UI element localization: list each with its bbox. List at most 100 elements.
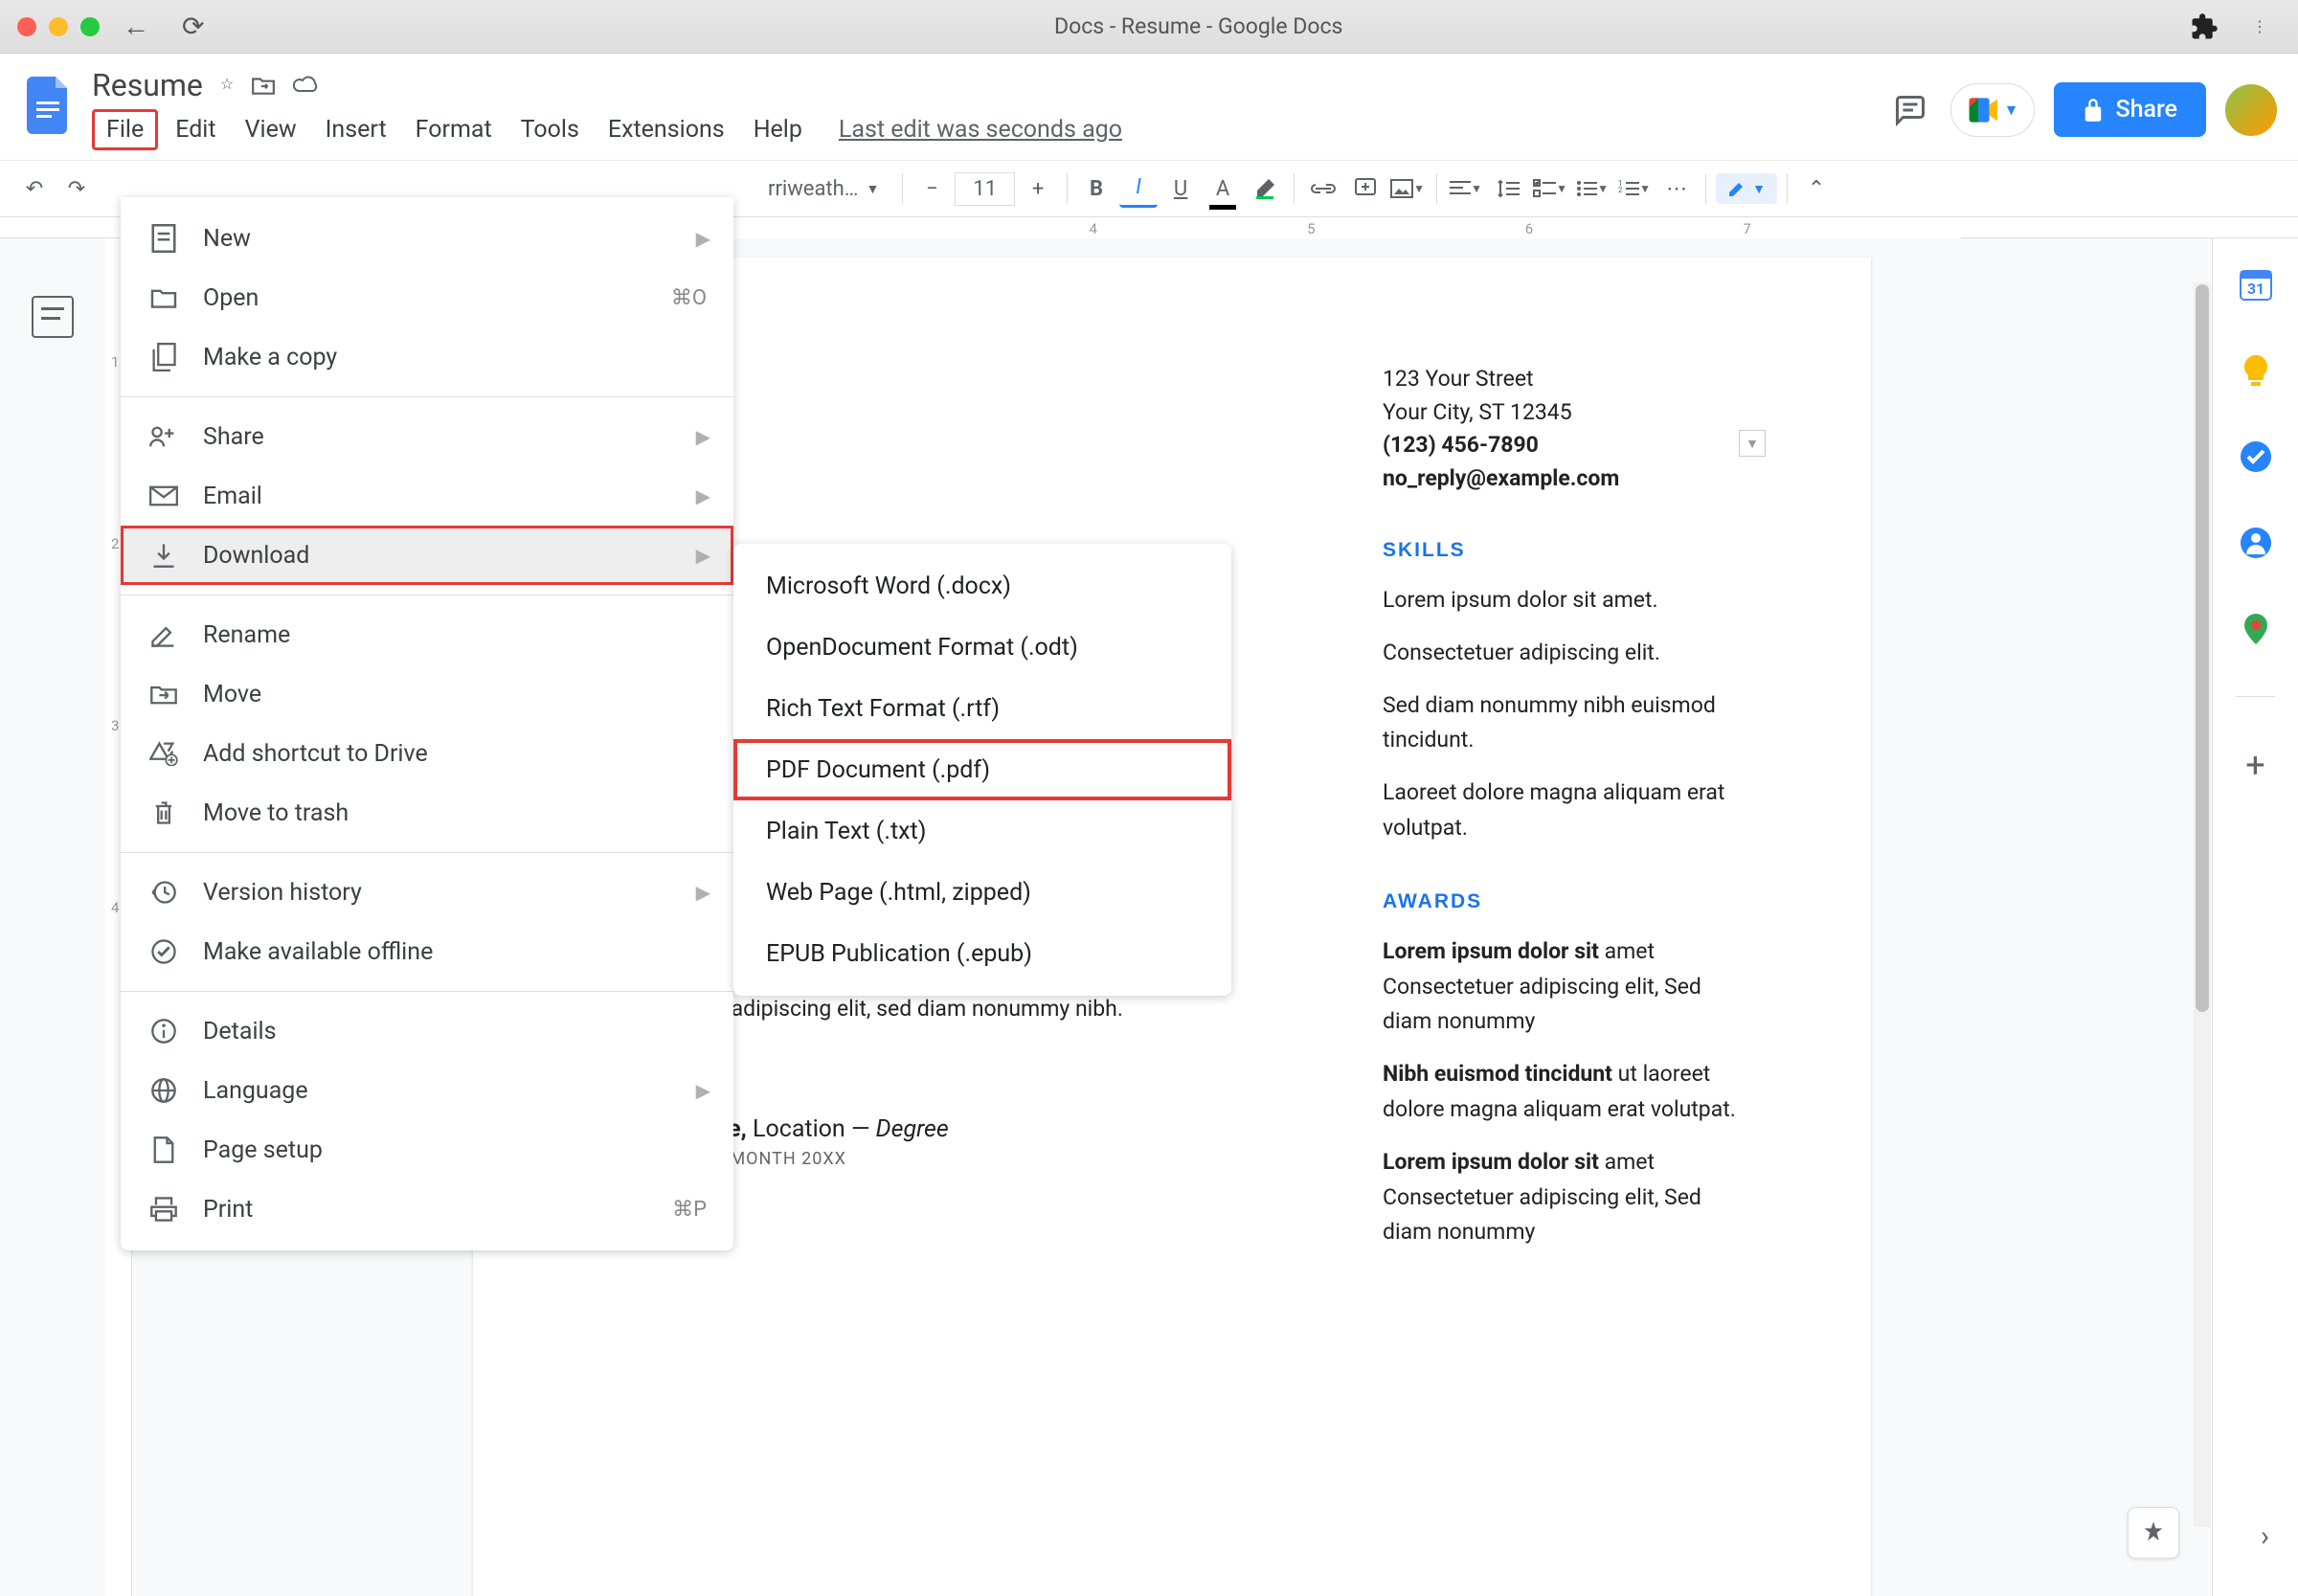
vertical-scrollbar[interactable] — [2194, 282, 2211, 1527]
award-1: Lorem ipsum dolor sit amet Consectetuer … — [1383, 934, 1746, 1040]
download-epub[interactable]: EPUB Publication (.epub) — [733, 923, 1231, 984]
align-icon[interactable]: ▼ — [1447, 169, 1485, 208]
font-size-minus[interactable]: − — [912, 169, 951, 208]
line-spacing-icon[interactable] — [1489, 169, 1527, 208]
file-menu-version-history[interactable]: Version history▶ — [121, 863, 733, 922]
hide-side-panel-icon[interactable]: › — [2261, 1519, 2269, 1553]
move-icon[interactable] — [251, 75, 276, 96]
download-submenu: Microsoft Word (.docx)OpenDocument Forma… — [733, 544, 1231, 996]
file-menu-rename[interactable]: Rename — [121, 605, 733, 664]
file-menu-download[interactable]: Download▶ — [121, 526, 733, 585]
download-opendocument[interactable]: OpenDocument Format (.odt) — [733, 617, 1231, 678]
submenu-arrow-icon: ▶ — [696, 425, 710, 448]
menu-help[interactable]: Help — [742, 112, 814, 147]
last-edit-link[interactable]: Last edit was seconds ago — [839, 116, 1122, 144]
download-web[interactable]: Web Page (.html, zipped) — [733, 862, 1231, 923]
text-color-icon[interactable]: A — [1204, 169, 1242, 208]
highlight-icon[interactable] — [1246, 169, 1284, 208]
user-avatar[interactable] — [2225, 84, 2277, 136]
calendar-icon[interactable]: 31 — [2237, 265, 2275, 303]
image-icon[interactable]: ▼ — [1388, 169, 1427, 208]
file-menu-open[interactable]: Open⌘O — [121, 268, 733, 327]
add-comment-icon[interactable] — [1346, 169, 1385, 208]
file-menu-move[interactable]: Move — [121, 664, 733, 724]
download-microsoft[interactable]: Microsoft Word (.docx) — [733, 555, 1231, 617]
skill-2: Consectetuer adipiscing elit. — [1383, 636, 1746, 671]
offline-icon — [147, 935, 180, 968]
editing-mode-button[interactable]: ▼ — [1716, 173, 1777, 204]
underline-icon[interactable]: U — [1161, 169, 1200, 208]
file-menu-make-available-offline[interactable]: Make available offline — [121, 922, 733, 981]
reload-icon[interactable]: ⟳ — [172, 11, 214, 42]
meet-button[interactable]: ▼ — [1950, 83, 2035, 137]
file-menu-print[interactable]: Print⌘P — [121, 1180, 733, 1239]
collapse-icon[interactable]: ⌃ — [1797, 169, 1836, 208]
download-pdf[interactable]: PDF Document (.pdf) — [733, 739, 1231, 800]
section-collapse-icon[interactable]: ▼ — [1739, 430, 1766, 457]
maps-icon[interactable] — [2237, 610, 2275, 648]
extension-puzzle-icon[interactable] — [2183, 6, 2225, 48]
font-size-plus[interactable]: + — [1019, 169, 1057, 208]
close-window-icon[interactable] — [17, 17, 36, 36]
drive-add-icon — [147, 737, 180, 770]
tasks-icon[interactable] — [2237, 438, 2275, 476]
checklist-icon[interactable]: ▼ — [1531, 169, 1569, 208]
minimize-window-icon[interactable] — [49, 17, 68, 36]
award-3: Lorem ipsum dolor sit amet Consectetuer … — [1383, 1145, 1746, 1250]
file-menu-share[interactable]: Share▶ — [121, 407, 733, 466]
contact-address: 123 Your Street Your City, ST 12345 (123… — [1383, 363, 1746, 495]
redo-icon[interactable]: ↷ — [57, 169, 96, 208]
contacts-icon[interactable] — [2237, 524, 2275, 562]
bold-icon[interactable]: B — [1077, 169, 1115, 208]
file-icon — [147, 222, 180, 255]
mail-icon — [147, 480, 180, 512]
google-docs-logo-icon[interactable] — [21, 67, 79, 144]
bullet-list-icon[interactable]: ▼ — [1573, 169, 1611, 208]
app-header: Resume ☆ File Edit View Insert Format To… — [0, 54, 2298, 150]
font-family-select[interactable]: rriweath… ▼ — [755, 171, 892, 207]
history-icon — [147, 876, 180, 909]
undo-icon[interactable]: ↶ — [15, 169, 54, 208]
menu-tools[interactable]: Tools — [509, 112, 591, 147]
comments-icon[interactable] — [1889, 89, 1931, 131]
page-icon — [147, 1134, 180, 1166]
copy-icon — [147, 341, 180, 373]
file-menu-move-to-trash[interactable]: Move to trash — [121, 783, 733, 843]
cloud-status-icon[interactable] — [293, 75, 320, 96]
file-menu-email[interactable]: Email▶ — [121, 466, 733, 526]
share-button[interactable]: Share — [2054, 82, 2206, 137]
file-menu-details[interactable]: Details — [121, 1001, 733, 1061]
star-icon[interactable]: ☆ — [220, 75, 234, 96]
back-icon[interactable]: ← — [113, 11, 159, 42]
italic-icon[interactable]: I — [1119, 169, 1158, 208]
awards-heading: AWARDS — [1383, 890, 1746, 913]
explore-button[interactable] — [2128, 1507, 2179, 1559]
document-title[interactable]: Resume — [92, 67, 203, 103]
download-rich[interactable]: Rich Text Format (.rtf) — [733, 678, 1231, 739]
keep-icon[interactable] — [2237, 351, 2275, 390]
maximize-window-icon[interactable] — [80, 17, 100, 36]
skills-heading: SKILLS — [1383, 539, 1746, 562]
menu-format[interactable]: Format — [404, 112, 504, 147]
download-plain[interactable]: Plain Text (.txt) — [733, 800, 1231, 862]
add-addon-icon[interactable]: + — [2237, 745, 2275, 783]
file-menu-make-a-copy[interactable]: Make a copy — [121, 327, 733, 387]
numbered-list-icon[interactable]: 12▼ — [1615, 169, 1654, 208]
menu-extensions[interactable]: Extensions — [597, 112, 736, 147]
font-size-input[interactable]: 11 — [955, 172, 1015, 206]
menu-view[interactable]: View — [234, 112, 308, 147]
menu-insert[interactable]: Insert — [314, 112, 398, 147]
side-panel: 31 + — [2212, 238, 2298, 1596]
svg-text:2: 2 — [1618, 186, 1623, 194]
menu-edit[interactable]: Edit — [164, 112, 227, 147]
file-menu-new[interactable]: New▶ — [121, 209, 733, 268]
submenu-arrow-icon: ▶ — [696, 227, 710, 250]
file-menu-add-shortcut-to-drive[interactable]: Add shortcut to Drive — [121, 724, 733, 783]
menu-file[interactable]: File — [92, 109, 158, 150]
link-icon[interactable] — [1304, 169, 1342, 208]
more-icon[interactable]: ⋯ — [1657, 169, 1696, 208]
file-menu-page-setup[interactable]: Page setup — [121, 1120, 733, 1180]
document-outline-icon[interactable] — [32, 296, 74, 338]
file-menu-language[interactable]: Language▶ — [121, 1061, 733, 1120]
kebab-menu-icon[interactable]: ⋮ — [2239, 6, 2281, 48]
